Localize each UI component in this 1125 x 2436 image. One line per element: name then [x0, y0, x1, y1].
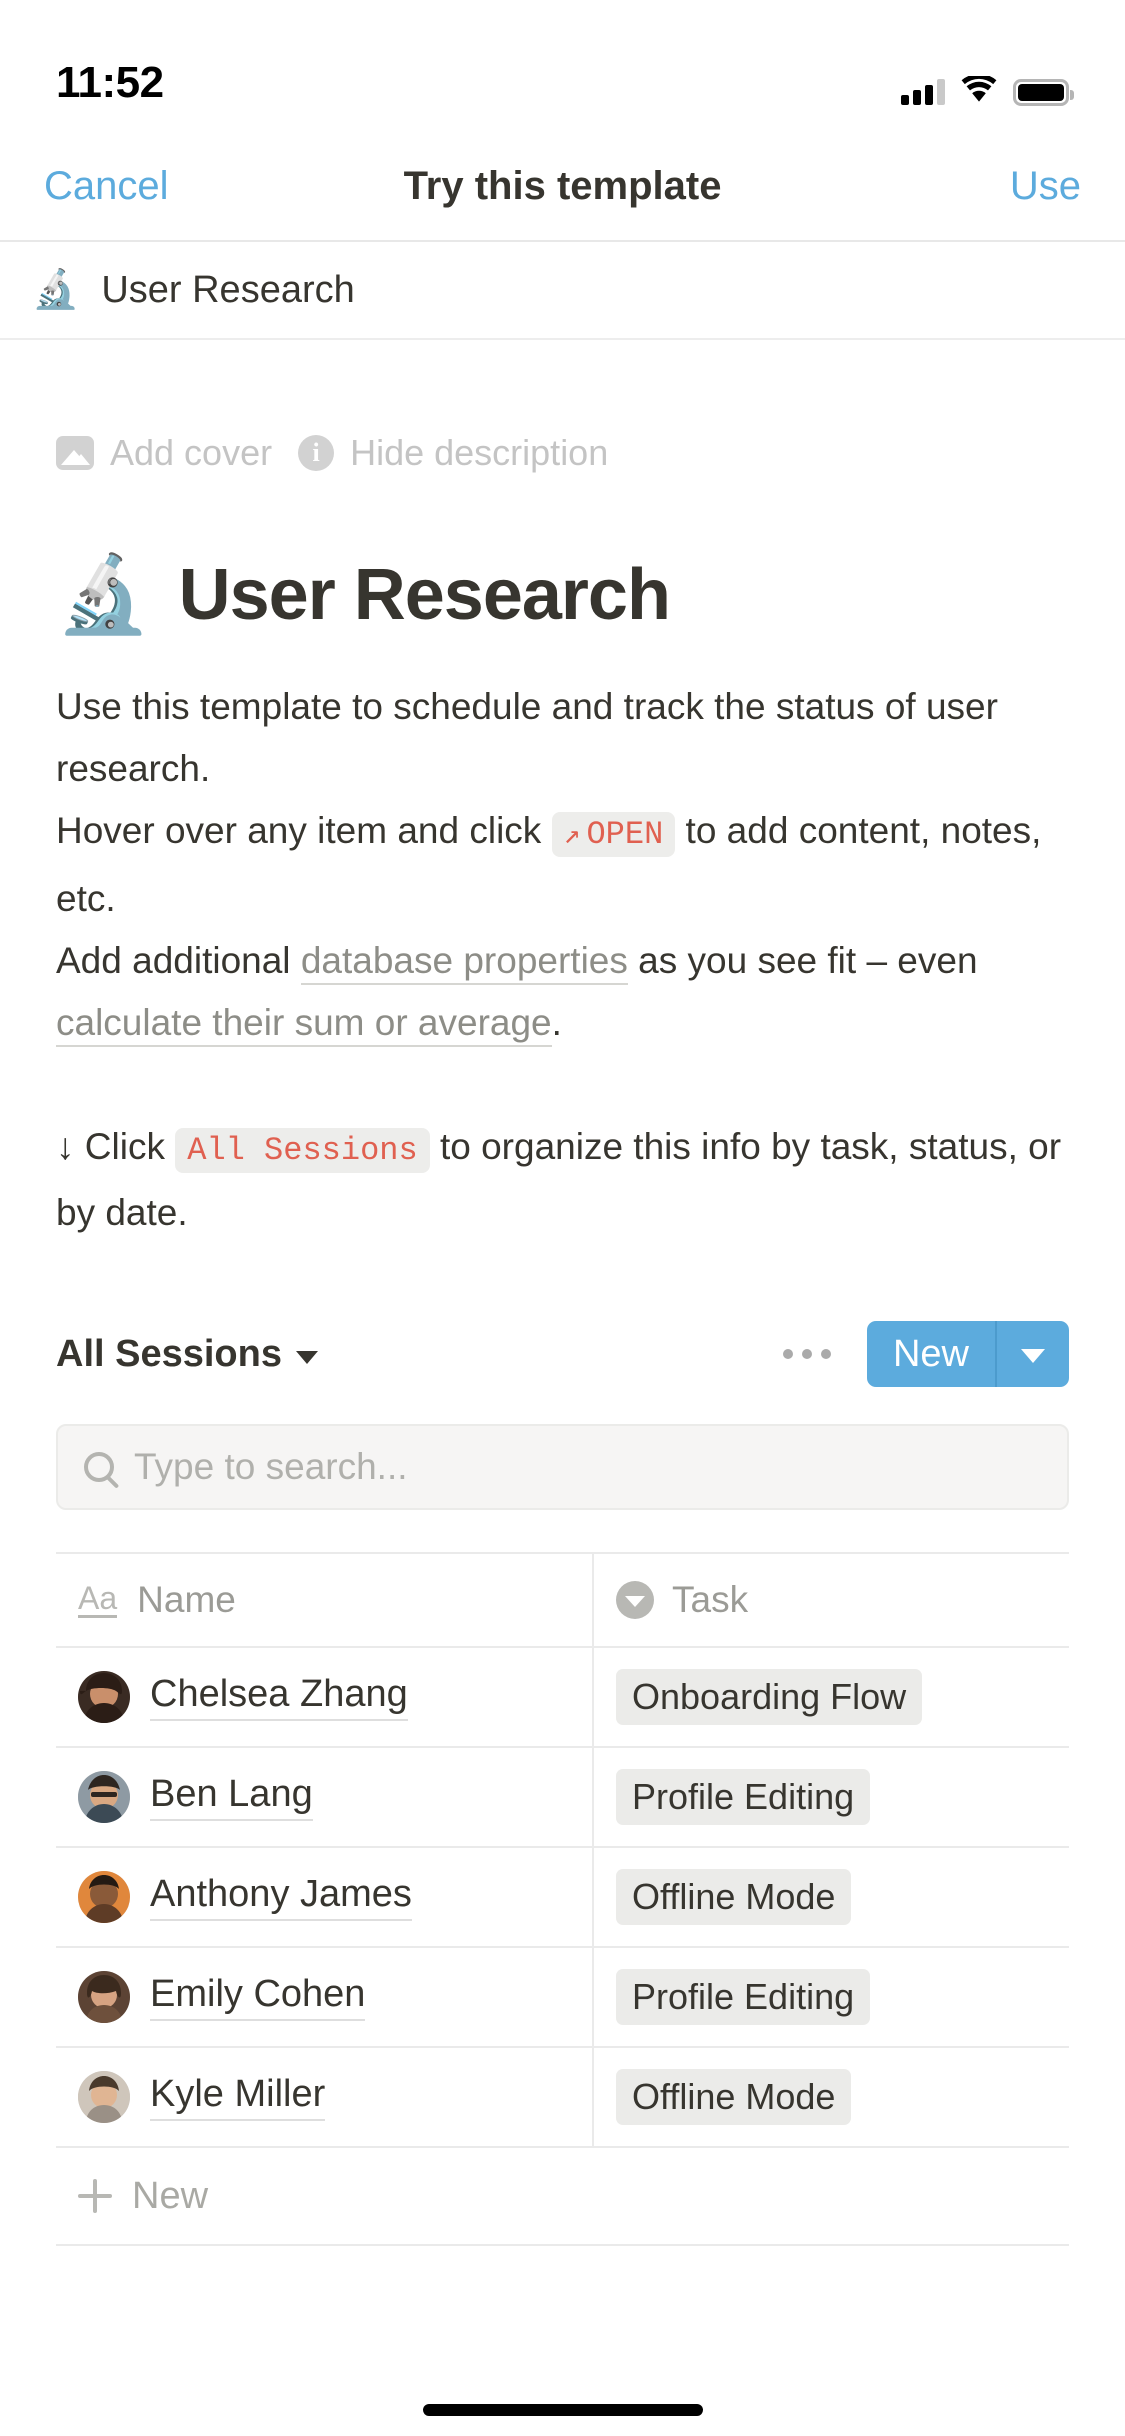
view-selector-label: All Sessions: [56, 1332, 282, 1375]
search-bar[interactable]: Type to search...: [56, 1424, 1069, 1510]
description-line-2-before: Hover over any item and click: [56, 810, 542, 851]
table-row[interactable]: Chelsea Zhang Onboarding Flow: [56, 1648, 1069, 1748]
view-actions: New: [782, 1321, 1069, 1387]
cancel-button[interactable]: Cancel: [44, 164, 169, 209]
cell-name[interactable]: Emily Cohen: [56, 1948, 594, 2046]
avatar: [78, 1771, 130, 1823]
cell-name[interactable]: Anthony James: [56, 1848, 594, 1946]
chevron-down-icon: [295, 1350, 318, 1364]
new-button[interactable]: New: [867, 1321, 995, 1387]
table-row[interactable]: Ben Lang Profile Editing: [56, 1748, 1069, 1848]
task-tag: Onboarding Flow: [616, 1669, 923, 1725]
new-button-group[interactable]: New: [866, 1321, 1069, 1387]
task-tag: Offline Mode: [616, 1869, 852, 1925]
page-title-text[interactable]: User Research: [179, 554, 671, 636]
table-row[interactable]: Anthony James Offline Mode: [56, 1848, 1069, 1948]
status-bar: 11:52: [0, 0, 1125, 132]
task-tag: Offline Mode: [616, 2069, 852, 2125]
page-description: Use this template to schedule and track …: [56, 676, 1069, 1244]
new-row-button[interactable]: New: [56, 2148, 1069, 2246]
select-property-icon: [616, 1581, 654, 1619]
table-row[interactable]: Kyle Miller Offline Mode: [56, 2048, 1069, 2148]
microscope-icon[interactable]: 🔬: [56, 557, 151, 633]
open-chip-label: OPEN: [586, 816, 664, 853]
cell-task[interactable]: Profile Editing: [594, 1948, 1069, 2046]
cell-task[interactable]: Offline Mode: [594, 2048, 1069, 2146]
battery-icon: [1013, 78, 1074, 106]
description-line-4-before: ↓ Click: [56, 1126, 165, 1167]
page-title-navbar: Try this template: [403, 163, 722, 208]
database-view-toolbar: All Sessions New: [56, 1318, 1069, 1390]
add-cover-button[interactable]: Add cover: [56, 432, 272, 474]
page-body: Add cover i Hide description 🔬 User Rese…: [0, 340, 1125, 2246]
use-button[interactable]: Use: [1010, 164, 1081, 209]
open-chip[interactable]: ↗ OPEN: [551, 812, 676, 857]
cell-name[interactable]: Kyle Miller: [56, 2048, 594, 2146]
column-header-name[interactable]: Aa Name: [56, 1554, 594, 1646]
description-line-1: Use this template to schedule and track …: [56, 686, 998, 789]
all-sessions-chip[interactable]: All Sessions: [175, 1128, 430, 1173]
status-indicators: [901, 73, 1074, 108]
cell-task[interactable]: Offline Mode: [594, 1848, 1069, 1946]
description-line-3-before: Add additional: [56, 940, 291, 981]
description-line-3-mid: as you see fit – even: [638, 940, 978, 981]
info-icon: i: [298, 435, 335, 471]
table-header-row: Aa Name Task: [56, 1554, 1069, 1648]
page-title: 🔬 User Research: [56, 554, 1069, 636]
avatar: [78, 2071, 130, 2123]
cell-task[interactable]: Onboarding Flow: [594, 1648, 1069, 1746]
ellipsis-icon[interactable]: [782, 1349, 831, 1359]
person-name[interactable]: Emily Cohen: [150, 1973, 366, 2021]
avatar: [78, 1671, 130, 1723]
microscope-icon: 🔬: [32, 269, 80, 311]
breadcrumb[interactable]: 🔬 User Research: [0, 242, 1125, 340]
search-icon: [84, 1452, 114, 1482]
status-time: 11:52: [56, 58, 164, 107]
page-meta-actions: Add cover i Hide description: [56, 340, 1069, 474]
description-line-3-after: .: [551, 1002, 562, 1043]
description-line-4: ↓ Click All Sessions to organize this in…: [56, 1116, 1069, 1244]
cell-task[interactable]: Profile Editing: [594, 1748, 1069, 1846]
navigation-bar: Cancel Try this template Use: [0, 132, 1125, 242]
plus-icon: [78, 2179, 112, 2213]
column-header-task-label: Task: [672, 1579, 749, 1620]
task-tag: Profile Editing: [616, 1769, 871, 1825]
new-dropdown-button[interactable]: [997, 1321, 1069, 1387]
description-line-2: Hover over any item and click ↗ OPEN to a…: [56, 800, 1069, 930]
chevron-down-icon: [1021, 1349, 1045, 1363]
database-table: Aa Name Task Chelsea Zhang Onboarding Fl…: [56, 1552, 1069, 2246]
text-property-icon: Aa: [78, 1581, 118, 1619]
breadcrumb-label: User Research: [101, 268, 355, 311]
avatar: [78, 1971, 130, 2023]
person-name[interactable]: Chelsea Zhang: [150, 1673, 408, 1721]
hide-description-button[interactable]: i Hide description: [298, 432, 608, 474]
home-indicator: [422, 2404, 703, 2416]
image-icon: [56, 436, 94, 470]
cell-name[interactable]: Chelsea Zhang: [56, 1648, 594, 1746]
wifi-icon: [961, 73, 997, 108]
description-line-3: Add additional database properties as yo…: [56, 930, 1069, 1054]
person-name[interactable]: Ben Lang: [150, 1773, 313, 1821]
task-tag: Profile Editing: [616, 1969, 871, 2025]
cell-name[interactable]: Ben Lang: [56, 1748, 594, 1846]
person-name[interactable]: Anthony James: [150, 1873, 412, 1921]
search-input[interactable]: Type to search...: [134, 1446, 408, 1488]
view-selector[interactable]: All Sessions: [56, 1333, 318, 1376]
calculate-sum-link[interactable]: calculate their sum or average: [56, 1002, 552, 1047]
database-properties-link[interactable]: database properties: [300, 940, 628, 985]
person-name[interactable]: Kyle Miller: [150, 2073, 326, 2121]
signal-bars-icon: [901, 79, 945, 105]
table-row[interactable]: Emily Cohen Profile Editing: [56, 1948, 1069, 2048]
avatar: [78, 1871, 130, 1923]
column-header-task[interactable]: Task: [594, 1554, 1069, 1646]
column-header-name-label: Name: [137, 1579, 236, 1620]
add-cover-label: Add cover: [110, 432, 273, 473]
new-row-label: New: [132, 2174, 209, 2217]
hide-description-label: Hide description: [350, 432, 609, 473]
open-arrow-icon: ↗: [563, 821, 581, 852]
